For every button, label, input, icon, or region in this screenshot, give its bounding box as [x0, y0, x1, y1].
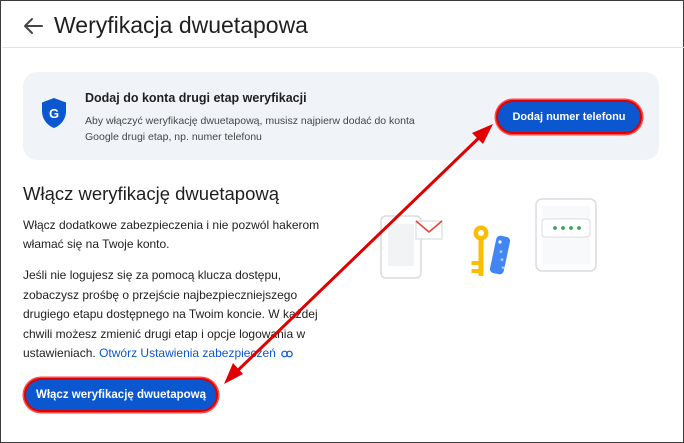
security-illustration: * * *: [380, 198, 597, 279]
svg-text:G: G: [49, 106, 59, 121]
security-settings-link-label: Otwórz Ustawienia zabezpieczeń: [99, 346, 276, 360]
card-title: Dodaj do konta drugi etap weryfikacji: [85, 91, 307, 105]
section-title: Włącz weryfikację dwuetapową: [23, 183, 280, 204]
page-header: Weryfikacja dwuetapowa: [2, 2, 684, 48]
monitor-illustration: [535, 198, 597, 272]
security-settings-link[interactable]: Otwórz Ustawienia zabezpieczeń: [99, 346, 293, 360]
svg-text:*: *: [499, 249, 503, 257]
details-paragraph: Jeśli nie logujesz się za pomocą klucza …: [23, 266, 323, 364]
second-step-card: G Dodaj do konta drugi etap weryfikacji …: [23, 72, 659, 160]
page-frame: Weryfikacja dwuetapowa G Dodaj do konta …: [0, 0, 684, 443]
card-description: Aby włączyć weryfikację dwuetapową, musi…: [85, 115, 415, 143]
intro-paragraph: Włącz dodatkowe zabezpieczenia i nie poz…: [23, 218, 320, 251]
svg-text:*: *: [500, 257, 504, 265]
google-shield-icon: G: [42, 98, 66, 128]
add-phone-number-button[interactable]: Dodaj numer telefonu: [496, 100, 642, 134]
back-arrow-icon[interactable]: [22, 16, 44, 36]
key-illustration: * * *: [471, 225, 511, 276]
phone-illustration: [380, 215, 443, 279]
link-icon: [281, 350, 293, 358]
svg-text:*: *: [501, 265, 505, 273]
enable-2sv-button[interactable]: Włącz weryfikację dwuetapową: [24, 378, 218, 412]
page-title: Weryfikacja dwuetapowa: [54, 12, 308, 38]
